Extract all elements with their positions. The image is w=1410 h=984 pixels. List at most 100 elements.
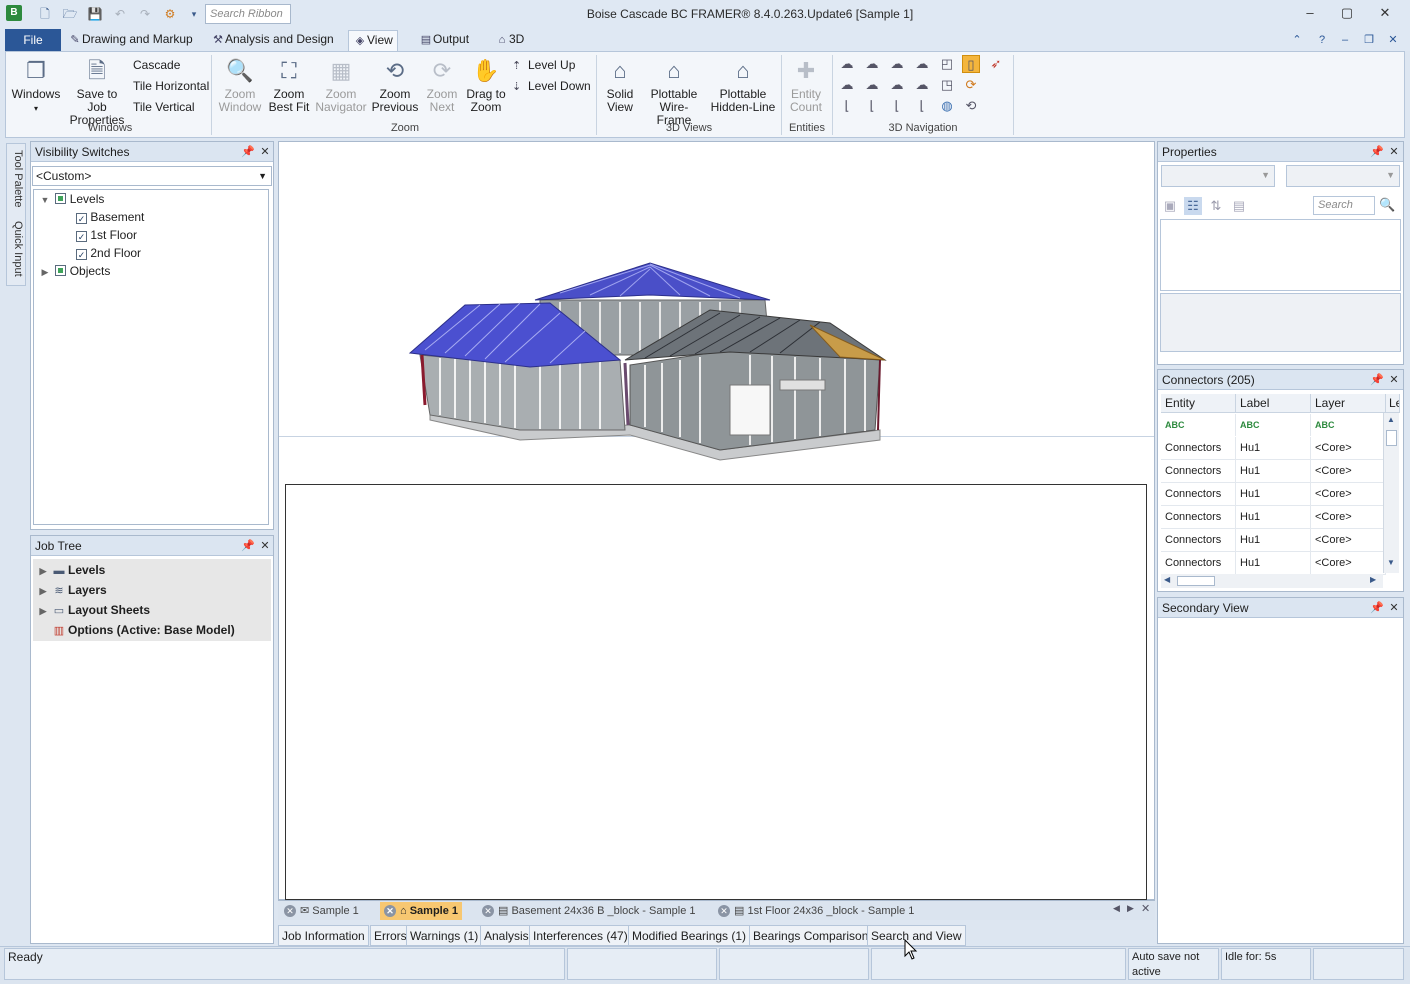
drag-to-zoom-button[interactable]: ✋ Drag to Zoom xyxy=(464,56,508,114)
scroll-tabs-left-icon[interactable]: ◀ xyxy=(1113,903,1120,914)
tab-3d[interactable]: ⌂ 3D xyxy=(491,30,528,51)
help-icon[interactable]: ? xyxy=(1315,33,1329,47)
tab-job-information[interactable]: Job Information xyxy=(278,925,369,946)
undo-icon[interactable]: ↶ xyxy=(112,6,128,22)
view-corner-icon[interactable]: ◰ xyxy=(938,55,956,73)
column-header-level[interactable]: Le xyxy=(1386,394,1400,413)
properties-pages-icon[interactable]: ▣ xyxy=(1161,197,1179,215)
view-side-icon[interactable]: ◳ xyxy=(938,76,956,94)
zoom-navigator-button[interactable]: ▦ Zoom Navigator xyxy=(314,56,368,114)
pin-icon[interactable]: 📌 xyxy=(1370,146,1384,158)
tab-analysis[interactable]: Analysis xyxy=(480,925,533,946)
close-panel-icon[interactable]: ✕ xyxy=(1388,602,1400,614)
orbit-nw-icon[interactable]: ☁ xyxy=(863,76,881,94)
globe-view-icon[interactable]: ◍ xyxy=(938,97,956,115)
tab-errors[interactable]: Errors xyxy=(370,925,411,946)
entity-count-button[interactable]: ✚ Entity Count xyxy=(786,56,826,114)
house-frame-3d-model[interactable] xyxy=(400,255,900,470)
job-tree-options[interactable]: ▥ Options (Active: Base Model) xyxy=(36,620,235,640)
save-to-job-properties-button[interactable]: 🗎 Save to Job Properties xyxy=(66,56,128,127)
doc-restore-icon[interactable]: ❐ xyxy=(1362,33,1376,47)
tab-interferences[interactable]: Interferences (47) xyxy=(529,925,632,946)
reset-view-icon[interactable]: ⟲ xyxy=(962,97,980,115)
scroll-thumb[interactable] xyxy=(1177,576,1215,586)
horizontal-scrollbar[interactable]: ◀ ▶ xyxy=(1161,574,1383,588)
scroll-up-icon[interactable]: ▲ xyxy=(1387,415,1395,424)
solid-view-button[interactable]: ⌂ Solid View xyxy=(600,56,640,114)
orbit-front-icon[interactable]: ☁ xyxy=(863,55,881,73)
scroll-thumb[interactable] xyxy=(1386,430,1397,446)
close-tab-icon[interactable]: ✕ xyxy=(718,905,730,917)
windows-button[interactable]: ❐ Windows ▾ xyxy=(10,56,62,115)
step-d-icon[interactable]: ⌊ xyxy=(913,97,931,115)
minimize-icon[interactable]: – xyxy=(1297,4,1323,22)
cascade-button[interactable]: Cascade xyxy=(133,58,180,72)
step-b-icon[interactable]: ⌊ xyxy=(863,97,881,115)
column-header-layer[interactable]: Layer xyxy=(1311,394,1386,413)
scroll-right-icon[interactable]: ▶ xyxy=(1370,575,1376,584)
tab-bearings-comparison[interactable]: Bearings Comparison xyxy=(749,925,873,946)
collapse-arrow-icon[interactable]: ▼ xyxy=(38,191,52,209)
second-floor-checkbox[interactable]: ✓ xyxy=(76,249,87,260)
step-a-icon[interactable]: ⌊ xyxy=(838,97,856,115)
orbit-top-icon[interactable]: ☁ xyxy=(838,55,856,73)
tab-analysis-design[interactable]: ⚒ Analysis and Design xyxy=(207,30,338,51)
level-up-button[interactable]: ⇡ Level Up xyxy=(512,58,575,72)
customize-toolbar-icon[interactable]: ▾ xyxy=(186,6,202,22)
filter-label-icon[interactable]: ABC xyxy=(1236,414,1311,436)
scroll-left-icon[interactable]: ◀ xyxy=(1164,575,1170,584)
tab-view[interactable]: ◈ View xyxy=(348,30,398,51)
tab-modified-bearings[interactable]: Modified Bearings (1) xyxy=(628,925,751,946)
tab-file[interactable]: File xyxy=(5,29,61,51)
basement-checkbox[interactable]: ✓ xyxy=(76,213,87,224)
job-tree-levels[interactable]: ▶ ▬ Levels xyxy=(36,560,106,580)
close-panel-icon[interactable]: ✕ xyxy=(1388,374,1400,386)
properties-search-input[interactable]: Search xyxy=(1313,196,1375,215)
redo-icon[interactable]: ↷ xyxy=(137,6,153,22)
pin-icon[interactable]: 📌 xyxy=(1370,374,1384,386)
close-window-icon[interactable]: ✕ xyxy=(1372,4,1398,22)
close-doc-icon[interactable]: ✕ xyxy=(1141,902,1150,915)
pin-icon[interactable]: 📌 xyxy=(1370,602,1384,614)
close-panel-icon[interactable]: ✕ xyxy=(259,146,271,158)
pin-icon[interactable]: 📌 xyxy=(241,146,255,158)
expand-arrow-icon[interactable]: ▶ xyxy=(36,601,50,621)
property-grid[interactable] xyxy=(1160,219,1401,291)
orbit-ne-icon[interactable]: ☁ xyxy=(838,76,856,94)
quick-input-tab[interactable]: Quick Input xyxy=(8,216,24,282)
doc-tab-sample1-plan[interactable]: ✕ ✉ Sample 1 xyxy=(284,902,359,920)
job-tree-layers[interactable]: ▶ ≋ Layers xyxy=(36,580,107,600)
visibility-preset-select[interactable]: <Custom> ▼ xyxy=(32,166,272,186)
sort-alpha-icon[interactable]: ⇅ xyxy=(1207,197,1225,215)
object-type-select[interactable]: ▼ xyxy=(1161,165,1275,187)
doc-tab-basement-block[interactable]: ✕ ▤ Basement 24x36 B _block - Sample 1 xyxy=(482,902,696,920)
search-icon[interactable]: 🔍 xyxy=(1379,197,1395,213)
objects-checkbox[interactable] xyxy=(55,265,67,276)
plottable-wireframe-button[interactable]: ⌂ Plottable Wire-Frame xyxy=(643,56,705,127)
tab-warnings[interactable]: Warnings (1) xyxy=(406,925,483,946)
scroll-tabs-right-icon[interactable]: ▶ xyxy=(1127,903,1134,914)
tree-row-objects[interactable]: ▶ Objects xyxy=(38,262,111,280)
maximize-icon[interactable]: ▢ xyxy=(1334,4,1360,22)
tab-drawing-markup[interactable]: ✎ Drawing and Markup xyxy=(64,30,197,51)
settings-gear-icon[interactable]: ⚙ xyxy=(162,6,178,22)
new-file-icon[interactable]: 🗋 xyxy=(37,6,53,22)
tab-output[interactable]: ▤ Output xyxy=(415,30,473,51)
close-tab-icon[interactable]: ✕ xyxy=(384,905,396,917)
categorized-icon[interactable]: ☷ xyxy=(1184,197,1202,215)
step-c-icon[interactable]: ⌊ xyxy=(888,97,906,115)
close-panel-icon[interactable]: ✕ xyxy=(259,540,271,552)
view-cube-active-icon[interactable]: ▯ xyxy=(962,55,980,73)
save-icon[interactable]: 💾 xyxy=(87,6,103,22)
orbit-right-icon[interactable]: ☁ xyxy=(913,55,931,73)
zoom-window-button[interactable]: 🔍 Zoom Window xyxy=(216,56,264,114)
doc-tab-1st-floor-block[interactable]: ✕ ▤ 1st Floor 24x36 _block - Sample 1 xyxy=(718,902,914,920)
app-logo-icon[interactable]: B xyxy=(6,5,22,21)
levels-checkbox[interactable] xyxy=(55,193,67,204)
doc-close-icon[interactable]: ✕ xyxy=(1386,33,1400,47)
orbit-sw-icon[interactable]: ☁ xyxy=(913,76,931,94)
ribbon-search-input[interactable]: Search Ribbon xyxy=(205,4,291,24)
tool-palette-tab[interactable]: Tool Palette xyxy=(8,148,24,210)
tile-vertical-button[interactable]: Tile Vertical xyxy=(133,100,195,114)
plottable-hidden-line-button[interactable]: ⌂ Plottable Hidden-Line xyxy=(709,56,777,114)
